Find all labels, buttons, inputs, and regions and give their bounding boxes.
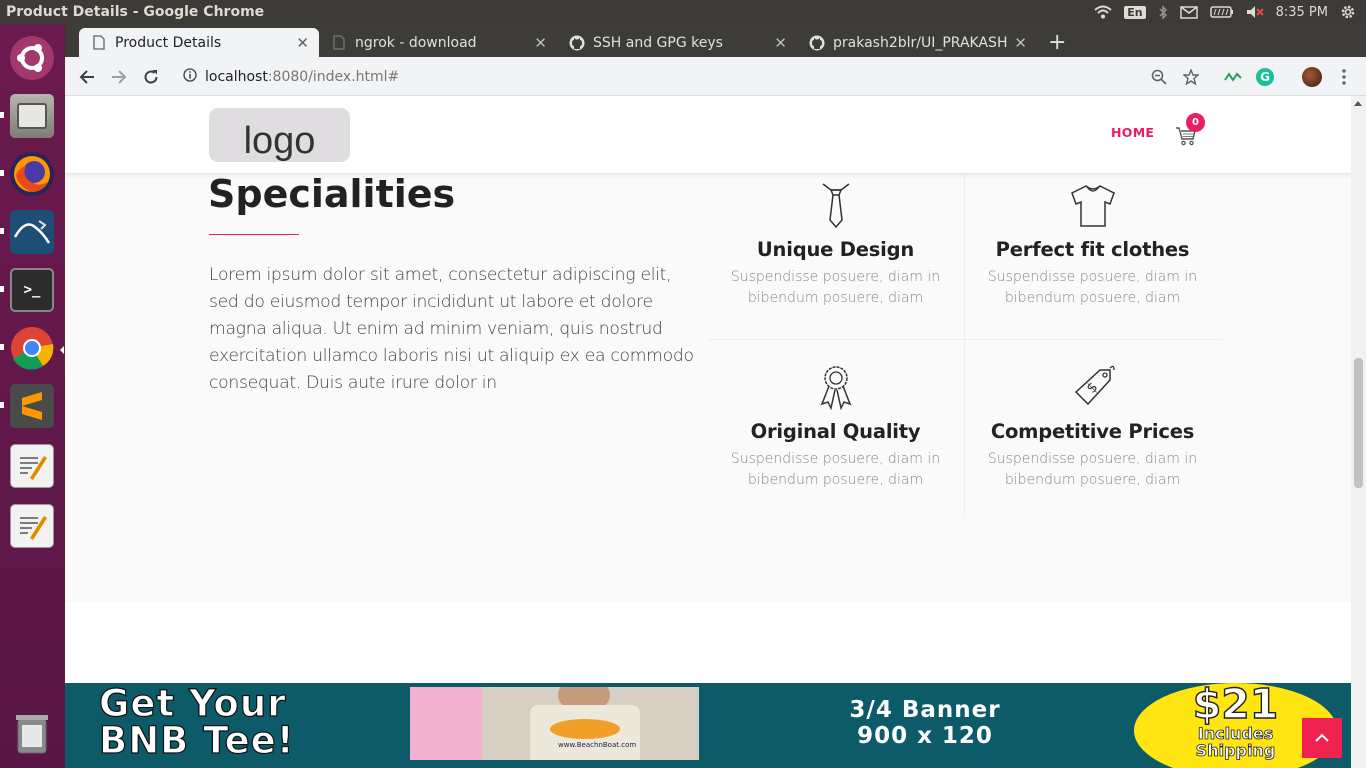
terminal-icon[interactable]: >_ (6, 264, 58, 316)
banner-dimensions: 3/4 Banner 900 x 120 (810, 697, 1040, 749)
cart-count-badge: 0 (1186, 113, 1205, 132)
feature-description: Suspendisse posuere, diam in bibendum po… (730, 451, 941, 488)
price-tag-icon: $ (964, 360, 1221, 410)
keyboard-layout-indicator[interactable]: En (1124, 5, 1146, 19)
feature-original-quality: Original Quality Suspendisse posuere, di… (707, 360, 964, 540)
chevron-up-icon (1315, 733, 1329, 742)
battery-icon[interactable] (1209, 6, 1234, 18)
close-icon[interactable]: ✕ (296, 34, 309, 52)
feature-title: Perfect fit clothes (995, 238, 1190, 261)
feature-unique-design: Unique Design Suspendisse posuere, diam … (707, 178, 964, 358)
banner-headline-line2: BNB Tee! (98, 719, 295, 762)
files-icon[interactable] (6, 90, 58, 142)
specialities-title: Specialities (208, 172, 456, 216)
tab-product-details[interactable]: Product Details ✕ (79, 28, 319, 57)
new-tab-button[interactable]: + (1048, 30, 1066, 55)
tab-label: ngrok - download (355, 34, 477, 51)
zoom-icon[interactable] (1148, 66, 1170, 88)
mysql-workbench-icon[interactable] (6, 206, 58, 258)
forward-button[interactable] (107, 65, 131, 89)
scroll-up-arrow[interactable] (1354, 101, 1362, 106)
feature-title: Original Quality (750, 420, 921, 443)
banner-headline: Get Your BNB Tee! (98, 682, 295, 762)
extension-activity-icon[interactable] (1222, 66, 1244, 88)
award-ribbon-icon (707, 360, 964, 410)
text-editor-icon[interactable] (6, 500, 58, 552)
clock[interactable]: 8:35 PM (1276, 5, 1328, 20)
address-bar[interactable]: localhost:8080/index.html# (175, 62, 1205, 92)
wifi-icon[interactable] (1094, 5, 1112, 19)
sublime-text-icon[interactable] (6, 380, 58, 432)
system-top-bar: Product Details - Google Chrome En 8:35 … (0, 0, 1366, 24)
nav-home-link[interactable]: HOME (1111, 125, 1154, 140)
banner-dims-line1: 3/4 Banner (849, 697, 1001, 723)
firefox-icon[interactable] (6, 148, 58, 200)
banner-dims-line2: 900 x 120 (857, 723, 993, 749)
system-tray: En 8:35 PM (1094, 4, 1366, 20)
tshirt-icon (964, 178, 1221, 228)
pink-shirt-image (410, 687, 482, 760)
site-logo[interactable]: logo (209, 108, 350, 162)
page-icon (331, 35, 347, 51)
scrollbar-thumb[interactable] (1354, 358, 1363, 488)
profile-avatar-icon[interactable] (1301, 66, 1323, 88)
browser-tab-strip: Product Details ✕ ngrok - download ✕ SSH… (65, 24, 1366, 57)
back-button[interactable] (75, 65, 99, 89)
ubuntu-dash-icon[interactable] (6, 32, 58, 84)
gear-icon[interactable] (1340, 4, 1356, 20)
fish-graphic (550, 719, 620, 739)
feature-description: Suspendisse posuere, diam in bibendum po… (730, 269, 941, 306)
tab-label: Product Details (115, 34, 222, 51)
trash-icon[interactable] (6, 708, 58, 760)
feature-description: Suspendisse posuere, diam in bibendum po… (987, 269, 1198, 306)
shirt-url-text: www.BeachnBoat.com (558, 741, 637, 749)
bookmark-star-icon[interactable] (1180, 66, 1202, 88)
tab-label: prakash2blr/UI_PRAKASH (833, 34, 1008, 51)
banner-ad[interactable]: Get Your BNB Tee! www.BeachnBoat.com 3/4… (65, 682, 1351, 768)
url-path: :8080/index.html# (267, 69, 400, 85)
reload-button[interactable] (139, 65, 163, 89)
svg-text:$: $ (1083, 379, 1101, 397)
page-scrollbar[interactable] (1351, 96, 1366, 768)
banner-shirt-image: www.BeachnBoat.com (410, 687, 699, 760)
close-icon[interactable]: ✕ (774, 34, 787, 52)
feature-description: Suspendisse posuere, diam in bibendum po… (987, 451, 1198, 488)
tab-ssh-gpg-keys[interactable]: SSH and GPG keys ✕ (557, 28, 797, 57)
app-launcher: >_ (0, 24, 65, 768)
window-title: Product Details - Google Chrome (6, 4, 265, 20)
tab-ngrok-download[interactable]: ngrok - download ✕ (319, 28, 557, 57)
tie-icon (707, 178, 964, 228)
github-icon (809, 35, 825, 51)
feature-title: Unique Design (756, 238, 915, 261)
feature-title: Competitive Prices (990, 420, 1195, 443)
mail-icon[interactable] (1179, 5, 1198, 19)
specialities-body: Lorem ipsum dolor sit amet, consectetur … (209, 265, 694, 393)
chrome-icon[interactable] (6, 322, 58, 374)
close-icon[interactable]: ✕ (534, 34, 547, 52)
text-editor-icon[interactable] (6, 440, 58, 492)
github-icon (569, 35, 585, 51)
feature-competitive-prices: $ Competitive Prices Suspendisse posuere… (964, 360, 1221, 540)
tab-label: SSH and GPG keys (593, 34, 723, 51)
feature-perfect-fit: Perfect fit clothes Suspendisse posuere,… (964, 178, 1221, 358)
tab-github-repo[interactable]: prakash2blr/UI_PRAKASH ✕ (797, 28, 1037, 57)
grammarly-icon[interactable]: G (1254, 66, 1276, 88)
page-viewport: Specialities Lorem ipsum dolor sit amet,… (65, 96, 1351, 768)
menu-kebab-icon[interactable] (1333, 66, 1355, 88)
info-icon[interactable] (183, 68, 197, 86)
title-underline (209, 234, 299, 235)
close-icon[interactable]: ✕ (1012, 33, 1027, 52)
page-icon (91, 35, 107, 51)
volume-muted-icon[interactable] (1246, 5, 1264, 19)
scroll-to-top-button[interactable] (1302, 718, 1342, 758)
browser-toolbar: localhost:8080/index.html# G (65, 57, 1366, 96)
url-host: localhost (205, 69, 268, 85)
banner-headline-line1: Get Your (98, 682, 287, 725)
site-header: logo HOME 0 (65, 96, 1351, 174)
bluetooth-icon[interactable] (1158, 4, 1168, 20)
